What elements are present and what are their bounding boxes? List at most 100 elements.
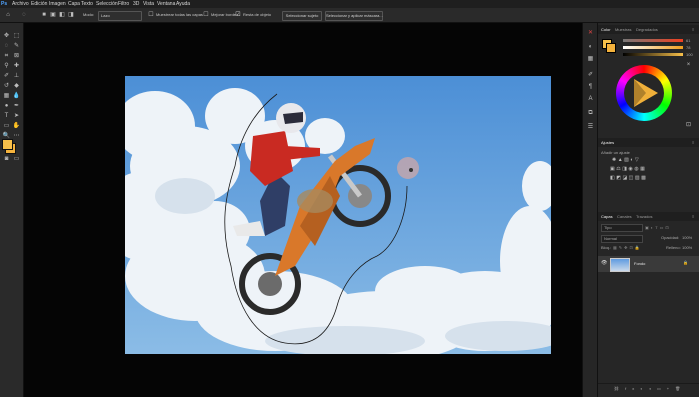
menu-seleccion[interactable]: Selección (96, 0, 118, 8)
menu-edicion[interactable]: Edición (31, 0, 47, 8)
gradient-icon[interactable]: ▦ (2, 92, 11, 101)
more-icon[interactable]: ⋯ (12, 132, 21, 141)
screen-mode-icon[interactable]: ▭ (12, 155, 21, 164)
properties-panel-icon[interactable]: ☰ (586, 123, 595, 132)
blend-mode-select[interactable]: Normal (601, 235, 643, 243)
shape-icon[interactable]: ▭ (2, 122, 11, 131)
quick-mask-icon[interactable]: ◙ (2, 155, 11, 164)
brightness-slider[interactable] (623, 53, 683, 56)
subtract-selection-icon[interactable]: ◧ (58, 11, 66, 19)
menu-archivo[interactable]: Archivo (12, 0, 29, 8)
lasso-icon[interactable]: ◌ (2, 42, 11, 51)
clone-icon[interactable]: ⊥ (12, 72, 21, 81)
intersect-selection-icon[interactable]: ◨ (67, 11, 75, 19)
fill-value[interactable]: 100% (682, 245, 692, 250)
menu-imagen[interactable]: Imagen (49, 0, 66, 8)
move-icon[interactable]: ✥ (2, 32, 11, 41)
close-panel-icon[interactable]: ✕ (586, 29, 595, 38)
right-panels: Color Muestras Degradados ≡ 61 78 100 × … (597, 23, 699, 397)
path-select-icon[interactable]: ➤ (12, 112, 21, 121)
mode-select[interactable]: Lazo (98, 11, 142, 21)
visibility-eye-icon[interactable]: 👁 (601, 260, 607, 266)
object-subtract-label: Resta de objeto (243, 12, 272, 17)
quick-select-icon[interactable]: ✎ (12, 42, 21, 51)
layers-footer-icons[interactable]: ⛓fx◐◑▭+🗑 (614, 386, 686, 391)
sample-all-checkbox[interactable]: ☐ (147, 11, 155, 19)
brush-icon[interactable]: ✐ (2, 72, 11, 81)
menu-3d[interactable]: 3D (133, 0, 139, 8)
history-panel-icon[interactable]: ⧉ (586, 109, 595, 118)
add-selection-icon[interactable]: ▣ (49, 11, 57, 19)
menu-ventana[interactable]: Ventana (157, 0, 175, 8)
select-and-mask-button[interactable]: Seleccionar y aplicar máscara... (325, 11, 383, 21)
adjustments-title[interactable]: Ajustes (601, 138, 614, 147)
tab-swatches[interactable]: Muestras (615, 25, 631, 34)
hue-slider[interactable] (623, 39, 683, 42)
color-panel-close-icon[interactable]: × (684, 61, 693, 70)
tools-panel: ✥ ⬚ ◌ ✎ ⌗ ⊠ ⚲ ✚ ✐ ⊥ ↺ ◆ ▦ 💧 ● ✒ T ➤ ▭ ✋ … (0, 23, 24, 397)
adjustments-menu-icon[interactable]: ≡ (692, 138, 694, 147)
tab-layers[interactable]: Capas (601, 212, 613, 221)
layer-filter-input[interactable]: Tipo (601, 224, 643, 232)
foreground-color-swatch[interactable] (2, 139, 13, 150)
character-panel-icon[interactable]: A (586, 95, 595, 104)
paragraph-panel-icon[interactable]: ¶ (586, 83, 595, 92)
color-bg-swatch[interactable] (606, 43, 616, 53)
color-panel-icon[interactable]: ◐ (586, 43, 595, 52)
home-icon[interactable]: ⌂ (4, 11, 12, 19)
app-logo[interactable]: Ps (1, 0, 7, 8)
color-panel-options-icon[interactable]: ⊡ (684, 121, 693, 130)
menu-texto[interactable]: Texto (81, 0, 93, 8)
marquee-icon[interactable]: ⬚ (12, 32, 21, 41)
layer-thumbnail (610, 258, 630, 272)
tab-channels[interactable]: Canales (617, 212, 632, 221)
blur-icon[interactable]: 💧 (12, 92, 21, 101)
tab-color[interactable]: Color (601, 25, 611, 34)
crop-icon[interactable]: ⌗ (2, 52, 11, 61)
adjustments-icons-row-3[interactable]: ◧◩◪◫▧▩ (610, 175, 680, 181)
layers-menu-icon[interactable]: ≡ (692, 212, 694, 221)
hand-icon[interactable]: ✋ (12, 122, 21, 131)
eraser-icon[interactable]: ◆ (12, 82, 21, 91)
brush-cursor (397, 157, 419, 179)
menu-filtro[interactable]: Filtro (118, 0, 129, 8)
layer-filter-icons[interactable]: ▣◐T▭⊡ (645, 225, 695, 230)
panel-icon-strip: ✕ ◐ ▦ ✐ ¶ A ⧉ ☰ (582, 23, 598, 397)
layer-name[interactable]: Fondo (634, 261, 645, 266)
improve-edge-checkbox[interactable]: ☐ (202, 11, 210, 19)
pen-icon[interactable]: ✒ (12, 102, 21, 111)
history-brush-icon[interactable]: ↺ (2, 82, 11, 91)
adjustments-icons-row-1[interactable]: ✺▲▨◐▽ (612, 157, 672, 163)
color-wheel[interactable] (616, 65, 672, 121)
dodge-icon[interactable]: ● (2, 102, 11, 111)
swatches-panel-icon[interactable]: ▦ (586, 55, 595, 64)
motocross-photo (125, 76, 551, 354)
color-triangle[interactable] (626, 75, 662, 111)
adjustments-icons-row-2[interactable]: ▣⚖◨◉◍▦ (610, 166, 680, 172)
mode-value: Lazo (101, 13, 110, 18)
layer-lock-icon: 🔒 (683, 260, 688, 265)
eyedropper-icon[interactable]: ⚲ (2, 62, 11, 71)
document-canvas[interactable] (125, 76, 551, 354)
frame-icon[interactable]: ⊠ (12, 52, 21, 61)
layer-row-fondo[interactable]: 👁 Fondo 🔒 (598, 256, 699, 272)
new-selection-icon[interactable]: ■ (40, 11, 48, 19)
tab-paths[interactable]: Trazados (636, 212, 653, 221)
lasso-tool-icon[interactable]: ◌ (20, 11, 28, 19)
fill-label: Relleno: (666, 245, 681, 250)
menu-vista[interactable]: Vista (143, 0, 154, 8)
tab-gradients[interactable]: Degradados (636, 25, 658, 34)
saturation-slider[interactable] (623, 46, 683, 49)
lock-icons[interactable]: ▦✎✥⊡🔒 (613, 245, 643, 250)
layers-footer: ⛓fx◐◑▭+🗑 (598, 383, 699, 394)
object-subtract-checkbox[interactable]: ☑ (234, 11, 242, 19)
healing-icon[interactable]: ✚ (12, 62, 21, 71)
menu-ayuda[interactable]: Ayuda (176, 0, 190, 8)
menu-capa[interactable]: Capa (68, 0, 80, 8)
panel-menu-icon[interactable]: ≡ (692, 25, 694, 34)
opacity-value[interactable]: 100% (682, 235, 692, 240)
select-subject-button[interactable]: Seleccionar sujeto (282, 11, 322, 21)
brush-panel-icon[interactable]: ✐ (586, 71, 595, 80)
layers-panel-tabs: Capas Canales Trazados ≡ (598, 212, 699, 221)
type-icon[interactable]: T (2, 112, 11, 121)
